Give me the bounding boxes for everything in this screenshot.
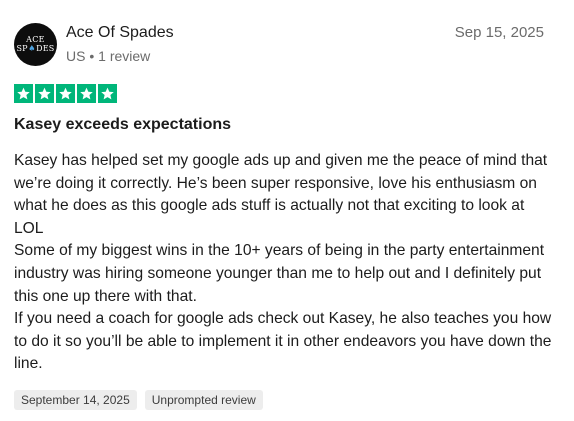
reviewer-meta: US • 1 review: [66, 48, 150, 64]
review-paragraph: If you need a coach for google ads check…: [14, 310, 552, 373]
review-date: Sep 15, 2025: [454, 24, 544, 41]
star-icon: [98, 84, 117, 103]
star-icon: [35, 84, 54, 103]
unprompted-review-tag[interactable]: Unprompted review: [144, 390, 263, 410]
star-icon: [56, 84, 75, 103]
avatar-text-bottom-right: DES: [36, 44, 55, 53]
review-paragraph: Kasey has helped set my google ads up an…: [14, 152, 548, 237]
review-body: Kasey has helped set my google ads up an…: [14, 150, 554, 376]
avatar-text-bottom: SP ♠ DES: [17, 45, 55, 53]
reviewer-name[interactable]: Ace Of Spades: [66, 24, 174, 42]
spade-icon: ♠: [28, 44, 36, 53]
avatar-text-top: ACE: [26, 35, 45, 44]
star-icon: [77, 84, 96, 103]
review-title: Kasey exceeds expectations: [14, 116, 232, 133]
reviewer-location: US: [66, 48, 86, 64]
star-rating: [14, 84, 117, 103]
meta-separator: •: [89, 48, 95, 64]
review-tags: September 14, 2025 Unprompted review: [14, 390, 263, 410]
avatar-text-bottom-left: SP: [16, 44, 28, 53]
avatar[interactable]: ACE SP ♠ DES: [14, 23, 57, 66]
experience-date-tag: September 14, 2025: [14, 390, 137, 410]
review-paragraph: Some of my biggest wins in the 10+ years…: [14, 242, 545, 305]
star-icon: [14, 84, 33, 103]
reviewer-review-count: 1 review: [98, 48, 151, 64]
